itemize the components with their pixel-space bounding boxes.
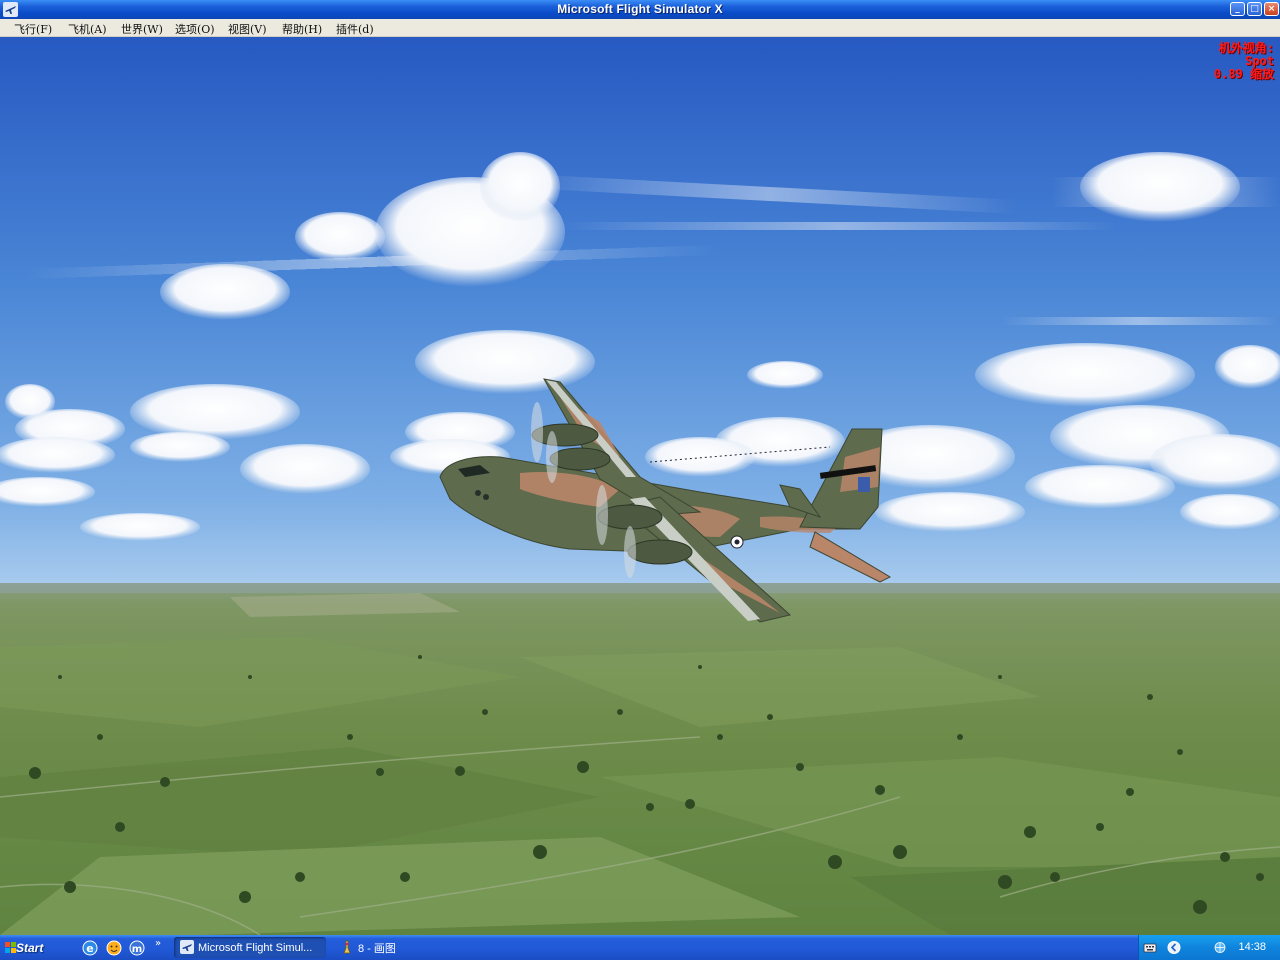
paint-icon [343,940,351,954]
task-paint[interactable]: 8 - 画图 [334,937,444,958]
system-tray: 14:38 [1138,935,1280,960]
scene-graphic [0,37,1280,935]
messenger-icon[interactable] [106,940,122,956]
clock[interactable]: 14:38 [1238,941,1266,953]
svg-text:e: e [86,942,93,955]
windows-flag-icon [5,942,16,953]
start-label: Start [16,940,44,955]
menu-world[interactable]: 世界(W) [121,21,163,37]
close-button[interactable]: × [1264,2,1279,16]
menu-help[interactable]: 帮助(H) [282,21,322,37]
menu-addons[interactable]: 插件(d) [336,21,374,37]
menu-options[interactable]: 选项(O) [175,21,215,37]
start-button[interactable]: Start [0,935,66,960]
maximize-button[interactable]: □ [1247,2,1262,16]
keyboard-icon[interactable] [1143,941,1157,954]
maxthon-icon[interactable]: m [129,940,145,956]
airplane-icon [180,940,194,954]
taskbar: Start e m » Microsoft Flight Simul... 8 … [0,935,1280,960]
menu-aircraft[interactable]: 飞机(A) [68,21,107,37]
quick-launch-more-icon[interactable]: » [155,938,161,949]
minimize-button[interactable]: _ [1230,2,1245,16]
view-hud: 机外视角: Spot 0.89 缩放 [1214,42,1274,81]
zoom-readout: 0.89 缩放 [1213,67,1274,81]
simulator-viewport[interactable]: 机外视角: Spot 0.89 缩放 [0,37,1280,935]
menu-bar: 飞行(F) 飞机(A) 世界(W) 选项(O) 视图(V) 帮助(H) 插件(d… [0,19,1280,37]
task-label: Microsoft Flight Simul... [198,941,313,954]
svg-text:m: m [132,944,142,955]
menu-view[interactable]: 视图(V) [228,21,267,37]
internet-explorer-icon[interactable]: e [82,940,98,956]
task-label: 8 - 画图 [358,942,396,955]
task-flight-simulator[interactable]: Microsoft Flight Simul... [174,937,326,958]
network-icon[interactable] [1213,941,1227,954]
window-title: Microsoft Flight Simulator X [557,2,723,16]
show-hidden-icons-icon[interactable] [1167,941,1181,954]
menu-flight[interactable]: 飞行(F) [14,21,52,37]
title-bar[interactable]: Microsoft Flight Simulator X _ □ × [0,0,1280,20]
